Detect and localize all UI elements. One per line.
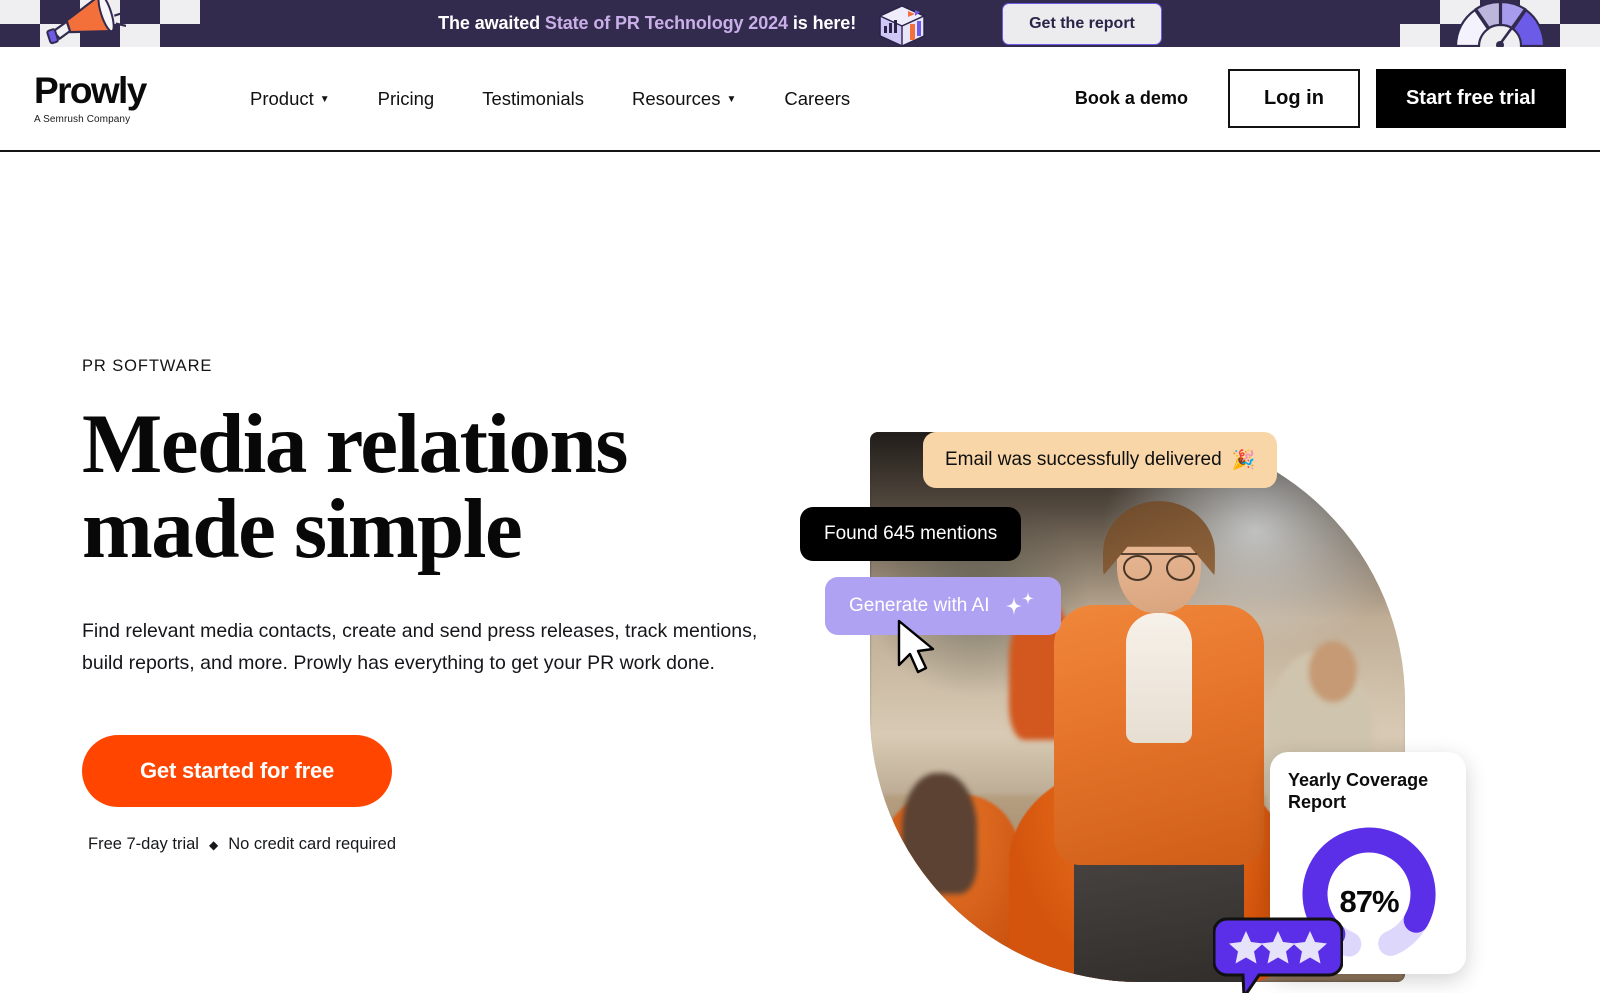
star-rating-bubble[interactable] <box>1213 917 1343 993</box>
nav-item-resources[interactable]: Resources ▼ <box>608 88 760 110</box>
trial-note-right: No credit card required <box>228 835 397 854</box>
start-free-trial-button[interactable]: Start free trial <box>1375 69 1566 128</box>
sparkle-icon <box>1003 592 1037 620</box>
page-title: Media relations made simple <box>82 402 782 572</box>
party-popper-icon: 🎉 <box>1231 450 1256 471</box>
promo-text-highlight: State of PR Technology 2024 <box>544 13 788 33</box>
promo-text-suffix: is here! <box>787 13 857 33</box>
hero-eyebrow: PR SOFTWARE <box>82 357 213 375</box>
email-delivered-badge[interactable]: Email was successfully delivered 🎉 <box>923 432 1278 488</box>
mentions-found-badge[interactable]: Found 645 mentions <box>800 507 1022 561</box>
log-in-button[interactable]: Log in <box>1227 69 1360 128</box>
background-person-right-head <box>1308 641 1357 702</box>
report-card-title: Yearly Coverage Report <box>1288 770 1450 814</box>
background-person-left <box>902 773 977 894</box>
speedometer-gauge-icon <box>1454 0 1546 47</box>
chevron-down-icon: ▼ <box>319 93 330 105</box>
nav-item-label: Resources <box>632 87 721 109</box>
hero-trial-note: Free 7-day trial ◆ No credit card requir… <box>88 835 782 854</box>
brand-tagline: A Semrush Company <box>34 114 131 125</box>
nav-item-label: Product <box>250 87 314 109</box>
promo-banner: The awaited State of PR Technology 2024 … <box>0 0 1600 47</box>
trial-note-left: Free 7-day trial <box>88 835 199 854</box>
promo-text: The awaited State of PR Technology 2024 … <box>438 13 856 34</box>
hero-title-line-2: made simple <box>82 482 523 576</box>
email-delivered-label: Email was successfully delivered <box>945 449 1222 470</box>
brand-name: Prowly <box>34 70 147 111</box>
diamond-separator-icon: ◆ <box>208 837 219 852</box>
mentions-found-label: Found 645 mentions <box>824 523 998 544</box>
prowly-logo[interactable]: Prowly A Semrush Company <box>34 72 184 125</box>
header-actions: Book a demo Log in Start free trial <box>1075 69 1566 128</box>
site-header: Prowly A Semrush Company Product ▼ Prici… <box>0 47 1600 152</box>
main-navigation: Product ▼ Pricing Testimonials Resources… <box>226 88 874 110</box>
coverage-percent-value: 87% <box>1339 883 1399 919</box>
hero-subtitle: Find relevant media contacts, create and… <box>82 620 758 674</box>
book-a-demo-link[interactable]: Book a demo <box>1075 88 1188 109</box>
nav-item-pricing[interactable]: Pricing <box>354 88 459 110</box>
report-title-line-1: Yearly Coverage <box>1288 770 1429 790</box>
report-title-line-2: Report <box>1288 791 1346 812</box>
nav-item-product[interactable]: Product ▼ <box>226 88 354 110</box>
person-shirt <box>1125 613 1192 743</box>
promo-text-prefix: The awaited <box>438 13 545 33</box>
nav-item-label: Testimonials <box>482 87 585 109</box>
hero-visual: Email was successfully delivered 🎉 Found… <box>800 422 1485 993</box>
person-glasses <box>1120 553 1197 581</box>
nav-item-careers[interactable]: Careers <box>760 88 874 110</box>
hero-section: PR SOFTWARE Media relations made simple … <box>0 152 1600 993</box>
megaphone-icon <box>46 0 126 45</box>
mouse-pointer-icon <box>897 619 935 674</box>
get-started-for-free-button[interactable]: Get started for free <box>82 735 393 808</box>
hero-copy: PR SOFTWARE Media relations made simple … <box>82 357 782 854</box>
nav-item-label: Pricing <box>377 87 435 109</box>
foreground-person <box>1053 501 1264 982</box>
chevron-down-icon: ▼ <box>726 93 737 105</box>
hero-title-line-1: Media relations <box>82 397 628 491</box>
nav-item-testimonials[interactable]: Testimonials <box>458 88 608 110</box>
generate-with-ai-badge[interactable]: Generate with AI <box>825 577 1062 635</box>
report-cube-icon <box>878 4 926 46</box>
nav-item-label: Careers <box>784 87 851 109</box>
get-the-report-button[interactable]: Get the report <box>1002 2 1162 45</box>
generate-with-ai-label: Generate with AI <box>849 595 990 616</box>
